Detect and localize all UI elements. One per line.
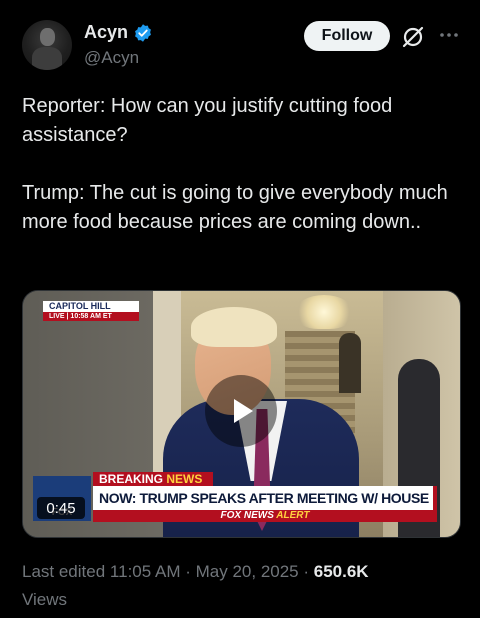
more-icon[interactable] — [438, 24, 460, 46]
alert-suffix: ALERT — [276, 510, 310, 521]
video-duration: 0:45 — [37, 497, 85, 519]
tweet-header: Acyn @Acyn Follow — [0, 0, 480, 84]
video-chandelier — [295, 295, 353, 329]
post-time[interactable]: 11:05 AM — [110, 562, 181, 581]
tweet-text: Reporter: How can you justify cutting fo… — [22, 95, 448, 233]
avatar-body — [32, 47, 62, 70]
play-icon — [234, 399, 253, 423]
alert-strip: FOX NEWS ALERT — [93, 510, 437, 522]
post-date[interactable]: May 20, 2025 — [196, 562, 299, 581]
alert-prefix: FOX NEWS — [220, 510, 274, 521]
live-time: 10:58 AM ET — [70, 313, 112, 320]
live-label: LIVE — [49, 313, 65, 320]
avatar-head — [40, 28, 55, 46]
display-name[interactable]: Acyn — [84, 22, 128, 43]
verified-badge-icon — [135, 23, 151, 42]
video-speaker-hair — [191, 307, 277, 347]
tweet-meta: Last edited 11:05 AM · May 20, 2025 · 65… — [22, 562, 369, 609]
edited-label[interactable]: Last edited — [22, 562, 105, 581]
headline-ticker: NOW: TRUMP SPEAKS AFTER MEETING W/ HOUSE… — [93, 486, 437, 510]
handle[interactable]: @Acyn — [84, 48, 139, 68]
breaking-label: BREAKING — [99, 472, 164, 486]
live-bug: LIVE | 10:58 AM ET — [43, 312, 139, 321]
breaking-news-label: NEWS — [166, 472, 203, 486]
play-button[interactable] — [205, 375, 277, 447]
views-label: Views — [22, 590, 68, 609]
breaking-banner: BREAKING NEWS — [93, 472, 213, 486]
location-label: CAPITOL HILL — [43, 301, 139, 312]
avatar[interactable] — [22, 20, 72, 70]
video-bystander — [339, 333, 361, 393]
name-row: Acyn — [84, 22, 153, 43]
grok-icon[interactable] — [400, 24, 426, 50]
location-bug: CAPITOL HILL LIVE | 10:58 AM ET — [43, 301, 139, 321]
follow-button[interactable]: Follow — [304, 21, 390, 51]
views-count: 650.6K — [313, 562, 369, 581]
video-player[interactable]: CAPITOL HILL LIVE | 10:58 AM ET FOX BREA… — [22, 290, 461, 538]
